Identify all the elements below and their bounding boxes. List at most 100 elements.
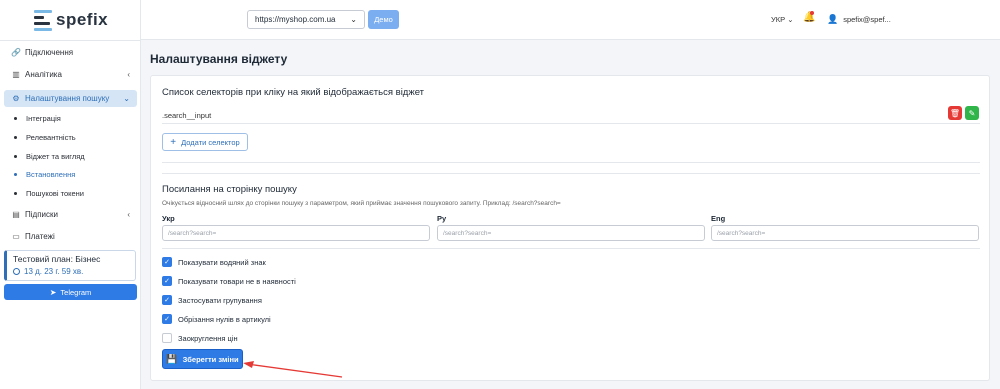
option-out-of-stock[interactable]: ✓ Показувати товари не в наявності [162,275,296,287]
save-label: Зберегти зміни [182,354,239,364]
divider [162,248,980,249]
divider [0,40,141,41]
option-label: Обрізання нулів в артикулі [178,314,271,324]
field-label-eng: Eng [711,214,726,223]
sidebar-subitem-tokens[interactable]: Пошукові токени [14,186,84,200]
telegram-button[interactable]: ➤ Telegram [4,284,137,300]
add-selector-label: Додати селектор [181,137,240,147]
plan-time-value: 13 д. 23 г. 59 хв. [24,267,84,276]
selector-row: .search__input [162,107,980,124]
sidebar-subitem-label: Пошукові токени [26,188,84,198]
sidebar-subitem-label: Інтеграція [26,113,61,123]
header: https://myshop.com.ua ⌄ Демо УКР ⌄ 🔔 👤 s… [141,0,1000,40]
bullet-icon [14,135,17,139]
user-email: spefix@spef... [843,15,891,24]
payment-icon: ▭ [12,232,20,241]
chevron-down-icon: ⌄ [787,15,794,24]
telegram-label: Telegram [60,287,92,297]
option-watermark[interactable]: ✓ Показувати водяний знак [162,256,266,268]
field-label-ru: Ру [437,214,447,223]
notification-badge [810,11,814,15]
sidebar-item-label: Аналітика [25,70,62,79]
link-icon: 🔗 [11,48,21,57]
option-label: Застосувати групування [178,295,262,305]
plan-title: Тестовий план: Бізнес [13,254,101,264]
checkbox-checked[interactable]: ✓ [162,257,172,267]
sidebar-subitem-label: Встановлення [26,169,76,179]
sidebar-item-label: Налаштування пошуку [25,94,110,103]
search-page-title: Посилання на сторінку пошуку [162,184,297,195]
plan-card: Тестовий план: Бізнес 13 д. 23 г. 59 хв. [4,250,136,281]
sidebar-item-search-settings[interactable]: ⚙ Налаштування пошуку ⌄ [4,90,137,107]
option-round-prices[interactable]: Заокруглення цін [162,332,238,344]
page-title: Налаштування віджету [150,52,288,66]
chart-icon: ▥ [12,70,20,79]
sidebar-item-analytics[interactable]: ▥ Аналітика ‹ [4,66,137,83]
sidebar-item-label: Підписки [25,210,58,219]
checkbox-checked[interactable]: ✓ [162,295,172,305]
sidebar-item-payments[interactable]: ▭ Платежі [4,228,137,245]
option-label: Показувати товари не в наявності [178,276,296,286]
logo[interactable]: spefix [34,8,108,32]
sidebar-item-connections[interactable]: 🔗 Підключення [4,44,137,61]
search-url-ukr-input[interactable] [162,225,430,241]
field-label-ukr: Укр [162,214,175,223]
plus-icon: + [170,136,177,148]
sidebar-subitem-installation[interactable]: Встановлення [14,167,75,181]
widget-settings-card: Список селекторів при кліку на який відо… [150,75,990,381]
divider [162,173,980,174]
save-icon: 💾 [166,353,178,364]
sidebar-subitem-integration[interactable]: Інтеграція [14,111,61,125]
save-button[interactable]: 💾 Зберегти зміни [162,349,243,369]
option-label: Показувати водяний знак [178,257,266,267]
chevron-left-icon: ‹ [127,210,130,219]
gear-icon: ⚙ [12,94,20,103]
subscription-icon: ▤ [12,210,20,219]
search-url-eng-input[interactable] [711,225,979,241]
trash-icon: 🗑 [949,108,961,118]
plan-time: 13 д. 23 г. 59 хв. [13,267,129,276]
bullet-icon [14,116,17,120]
bullet-icon [14,154,17,158]
logo-text: spefix [56,10,109,29]
sidebar-item-label: Платежі [25,232,55,241]
option-grouping[interactable]: ✓ Застосувати групування [162,294,262,306]
bullet-icon [14,172,17,176]
delete-selector-button[interactable]: 🗑 [948,106,962,120]
sidebar: spefix 🔗 Підключення ▥ Аналітика ‹ ⚙ Нал… [0,0,141,389]
checkbox-checked[interactable]: ✓ [162,314,172,324]
paper-plane-icon: ➤ [49,287,57,297]
clock-icon [13,268,20,275]
bullet-icon [14,191,17,195]
user-menu[interactable]: 👤 spefix@spef... [827,14,891,25]
edit-selector-button[interactable]: ✎ [965,106,979,120]
language-select[interactable]: УКР ⌄ [771,15,794,24]
option-trim-zeros[interactable]: ✓ Обрізання нулів в артикулі [162,313,271,325]
checkbox-checked[interactable]: ✓ [162,276,172,286]
demo-button[interactable]: Демо [368,10,399,29]
add-selector-button[interactable]: + Додати селектор [162,133,248,151]
chevron-down-icon: ⌄ [123,94,130,103]
search-page-hint: Очікується відносний шлях до сторінки по… [162,200,561,207]
option-label: Заокруглення цін [178,333,238,343]
notifications-button[interactable]: 🔔 [803,11,815,23]
selectors-title: Список селекторів при кліку на який відо… [162,87,425,98]
sidebar-subitem-relevance[interactable]: Релевантність [14,130,76,144]
language-value: УКР [771,15,786,24]
selector-value: .search__input [162,110,212,120]
checkbox-unchecked[interactable] [162,333,172,343]
site-select-value: https://myshop.com.ua [255,15,336,24]
sidebar-subitem-label: Релевантність [26,132,76,142]
site-select[interactable]: https://myshop.com.ua ⌄ [247,10,365,29]
sidebar-item-label: Підключення [25,48,74,57]
pencil-icon: ✎ [968,108,976,118]
search-url-ru-input[interactable] [437,225,705,241]
sidebar-subitem-label: Віджет та вигляд [26,151,85,161]
chevron-left-icon: ‹ [127,70,130,79]
chevron-down-icon: ⌄ [350,15,357,24]
divider [162,162,980,163]
sidebar-item-subscriptions[interactable]: ▤ Підписки ‹ [4,206,137,223]
user-icon: 👤 [827,14,839,24]
logo-icon [34,8,52,32]
sidebar-subitem-widget[interactable]: Віджет та вигляд [14,149,85,163]
